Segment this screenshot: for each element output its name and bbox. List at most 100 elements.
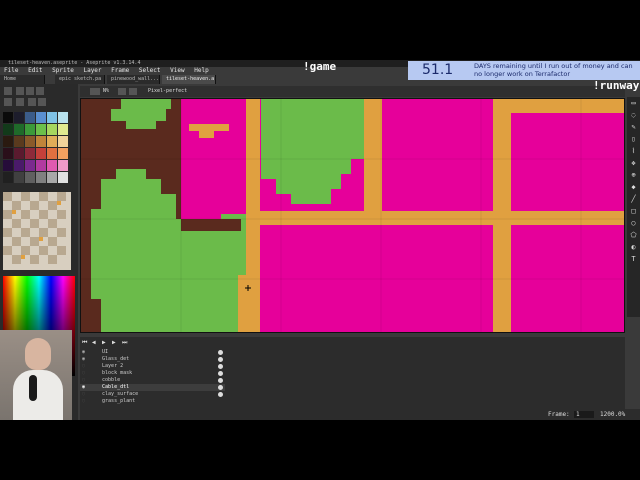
palette-swatch[interactable]: [36, 112, 46, 123]
first-frame-icon[interactable]: ⏮: [82, 339, 87, 347]
tab-tileset-heaven[interactable]: tileset-heaven.a: [162, 75, 216, 84]
menu-select[interactable]: Select: [139, 67, 161, 74]
eye-icon[interactable]: ◌: [82, 370, 85, 376]
palette-swatch[interactable]: [14, 172, 24, 183]
palette-swatch[interactable]: [47, 160, 57, 171]
tab-home[interactable]: Home: [0, 75, 45, 84]
palette-swatch[interactable]: [47, 148, 57, 159]
eyedropper-tool-icon[interactable]: ⌇: [629, 147, 638, 156]
layer-row-selected[interactable]: ◉ Cable_dtl: [80, 384, 225, 391]
swap-icon[interactable]: [28, 98, 36, 106]
palette-swatch[interactable]: [3, 124, 13, 135]
layer-row[interactable]: ◌ cobble: [80, 377, 225, 384]
palette-swatch[interactable]: [14, 160, 24, 171]
palette-swatch[interactable]: [25, 160, 35, 171]
ellipse-icon[interactable]: ○: [629, 219, 638, 228]
menu-edit[interactable]: Edit: [28, 67, 42, 74]
palette-swatch[interactable]: [3, 160, 13, 171]
layer-row[interactable]: ◌ clay_surface: [80, 391, 225, 398]
palette-swatch[interactable]: [36, 124, 46, 135]
palette-swatch[interactable]: [47, 136, 57, 147]
eye-icon[interactable]: ◉: [82, 349, 85, 355]
palette-swatch[interactable]: [58, 124, 68, 135]
palette-swatch[interactable]: [58, 172, 68, 183]
text-icon[interactable]: T: [629, 255, 638, 264]
menu-layer[interactable]: Layer: [83, 67, 101, 74]
zoom-level[interactable]: 1200.0%: [600, 409, 625, 420]
symmetry-icon[interactable]: [129, 88, 137, 95]
bucket-icon[interactable]: ◆: [629, 183, 638, 192]
last-frame-icon[interactable]: ⏭: [122, 339, 127, 347]
ink-mode[interactable]: N%: [103, 87, 109, 96]
line-icon[interactable]: ╱: [629, 195, 638, 204]
move-icon[interactable]: ✥: [629, 159, 638, 168]
eraser-icon[interactable]: ▯: [629, 135, 638, 144]
next-frame-icon[interactable]: ▶: [112, 339, 116, 346]
palette-swatch[interactable]: [3, 172, 13, 183]
palette-swatch[interactable]: [14, 112, 24, 123]
palette-swatch[interactable]: [58, 136, 68, 147]
pencil-icon[interactable]: ✎: [629, 123, 638, 132]
palette-swatch[interactable]: [25, 136, 35, 147]
menu-file[interactable]: File: [4, 67, 18, 74]
prev-frame-icon[interactable]: ◀: [92, 339, 96, 346]
palette-sort-icon[interactable]: [26, 87, 34, 95]
palette-swatch[interactable]: [36, 136, 46, 147]
palette-swatch[interactable]: [14, 124, 24, 135]
layer-row[interactable]: ◉ UI: [80, 349, 225, 356]
palette-swatch[interactable]: [47, 172, 57, 183]
stabilizer-icon[interactable]: [118, 88, 126, 95]
palette-swatch[interactable]: [25, 124, 35, 135]
palette-swatch[interactable]: [58, 148, 68, 159]
blur-icon[interactable]: ◐: [629, 243, 638, 252]
eye-icon[interactable]: ◌: [82, 377, 85, 383]
lasso-icon[interactable]: ◌: [629, 111, 638, 120]
eye-icon[interactable]: ◉: [82, 384, 85, 390]
fg-color-icon[interactable]: [4, 98, 12, 106]
eye-icon[interactable]: ◌: [82, 363, 85, 369]
menu-view[interactable]: View: [170, 67, 184, 74]
palette-grid[interactable]: [3, 112, 71, 188]
palette-swatch[interactable]: [25, 112, 35, 123]
eyedropper-icon[interactable]: [38, 98, 46, 106]
tab-pinewood-wall[interactable]: pinewood_wall...: [107, 75, 160, 84]
contour-icon[interactable]: ⬠: [629, 231, 638, 240]
palette-swatch[interactable]: [36, 172, 46, 183]
palette-swatch[interactable]: [58, 160, 68, 171]
menu-help[interactable]: Help: [194, 67, 208, 74]
layer-row[interactable]: ◌ Layer 2: [80, 363, 225, 370]
palette-swatch[interactable]: [14, 148, 24, 159]
eye-icon[interactable]: ◌: [82, 391, 85, 397]
palette-swatch[interactable]: [25, 172, 35, 183]
layer-row[interactable]: ◉ Glass_det: [80, 356, 225, 363]
menu-sprite[interactable]: Sprite: [52, 67, 74, 74]
zoom-icon[interactable]: ⊕: [629, 171, 638, 180]
palette-options-icon[interactable]: [36, 87, 44, 95]
palette-swatch[interactable]: [47, 124, 57, 135]
palette-swatch[interactable]: [36, 160, 46, 171]
frame-cels[interactable]: [217, 349, 225, 405]
layer-row[interactable]: ◌ block mask: [80, 370, 225, 377]
palette-swatch[interactable]: [58, 112, 68, 123]
frame-input[interactable]: 1: [574, 411, 594, 418]
palette-add-icon[interactable]: [16, 87, 24, 95]
palette-swatch[interactable]: [3, 136, 13, 147]
rectangle-icon[interactable]: □: [629, 207, 638, 216]
eye-icon[interactable]: ◌: [82, 398, 85, 404]
play-icon[interactable]: ▶: [102, 339, 106, 346]
layer-row[interactable]: ◌ grass_plant: [80, 398, 225, 405]
palette-lock-icon[interactable]: [4, 87, 12, 95]
palette-swatch[interactable]: [3, 148, 13, 159]
menu-frame[interactable]: Frame: [111, 67, 129, 74]
palette-swatch[interactable]: [47, 112, 57, 123]
palette-swatch[interactable]: [3, 112, 13, 123]
palette-swatch[interactable]: [25, 148, 35, 159]
bg-color-icon[interactable]: [16, 98, 24, 106]
pixel-perfect-option[interactable]: Pixel-perfect: [148, 87, 187, 96]
tab-epic-sketch[interactable]: epic sketch.pa: [55, 75, 105, 84]
palette-swatch[interactable]: [36, 148, 46, 159]
brush-type-icon[interactable]: [90, 88, 100, 95]
marquee-icon[interactable]: ▭: [629, 99, 638, 108]
canvas-art[interactable]: [81, 99, 625, 333]
palette-swatch[interactable]: [14, 136, 24, 147]
